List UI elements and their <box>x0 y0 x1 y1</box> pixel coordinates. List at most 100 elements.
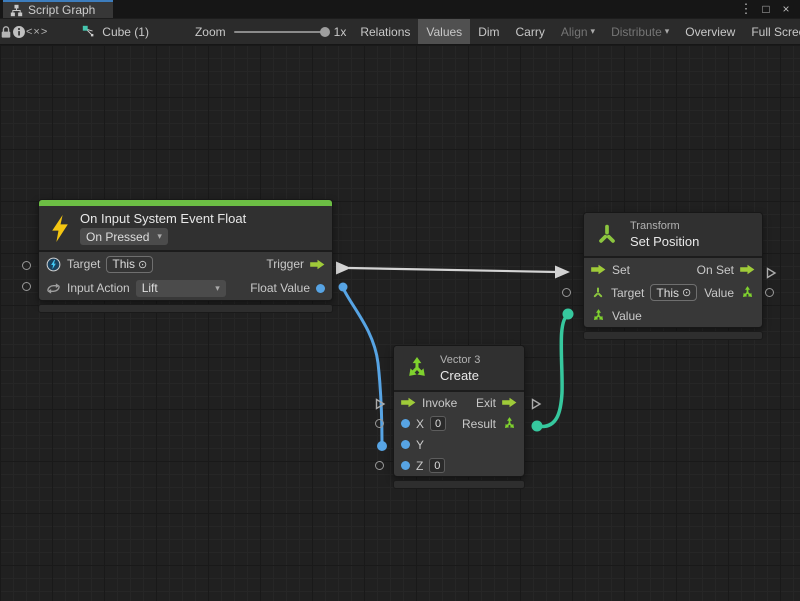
set-label: Set <box>612 263 630 277</box>
x-value-field[interactable]: 0 <box>430 416 446 431</box>
object-picker-icon[interactable]: ⊙ <box>138 258 147 271</box>
info-icon <box>12 25 26 39</box>
vector3-icon <box>404 355 430 381</box>
x-port[interactable] <box>401 419 410 428</box>
transform-gizmo-icon <box>591 286 605 300</box>
vector3-node[interactable]: Vector 3 Create Invoke Exit X 0 Result <box>393 345 525 477</box>
event-target-row: Target This ⊙ Trigger <box>39 252 332 276</box>
event-node-header[interactable]: On Input System Event Float On Pressed ▾ <box>39 206 332 252</box>
wire-result-to-value[interactable] <box>532 309 574 432</box>
zoom-label: Zoom <box>195 25 226 39</box>
event-node-title: On Input System Event Float <box>80 211 246 226</box>
value-input-port-icon[interactable] <box>591 308 606 323</box>
transform-icon <box>594 222 620 248</box>
invoke-port-icon[interactable] <box>401 397 416 408</box>
on-set-output-port[interactable] <box>765 267 777 279</box>
vector3-type-label: Vector 3 <box>440 354 480 366</box>
cube-graph-icon <box>82 25 95 38</box>
code-view-button[interactable]: <×> <box>26 19 48 44</box>
input-system-icon <box>46 257 61 272</box>
invoke-row: Invoke Exit <box>394 392 524 413</box>
z-label: Z <box>416 459 423 473</box>
value-output-port-icon[interactable] <box>740 285 755 300</box>
set-row: Set On Set <box>584 258 762 281</box>
vector3-node-header[interactable]: Vector 3 Create <box>394 346 524 392</box>
set-port-icon[interactable] <box>591 264 606 275</box>
lightning-bolt-icon <box>49 215 70 242</box>
full-screen-button[interactable]: Full Screen <box>743 19 800 44</box>
transform-node[interactable]: Transform Set Position Set On Set Target… <box>583 212 763 328</box>
event-input-action-row: Input Action Lift ▾ Float Value <box>39 276 332 300</box>
graph-canvas[interactable]: On Input System Event Float On Pressed ▾… <box>0 45 800 601</box>
transform-target-field[interactable]: This ⊙ <box>650 284 697 301</box>
cube-label: Cube (1) <box>102 25 149 39</box>
y-port[interactable] <box>401 440 410 449</box>
event-mode-dropdown[interactable]: On Pressed ▾ <box>80 228 168 245</box>
event-target-input-port[interactable] <box>22 261 31 270</box>
y-row: Y <box>394 434 524 455</box>
y-label: Y <box>416 438 424 452</box>
zoom-slider[interactable] <box>234 31 326 33</box>
x-row: X 0 Result <box>394 413 524 434</box>
info-button[interactable] <box>12 19 26 44</box>
transform-target-input-port[interactable] <box>562 288 571 297</box>
on-set-port-icon[interactable] <box>740 264 755 275</box>
trigger-label: Trigger <box>266 257 304 271</box>
object-picker-icon[interactable]: ⊙ <box>682 286 691 299</box>
exit-output-port[interactable] <box>530 398 542 410</box>
x-label: X <box>416 417 424 431</box>
z-row: Z 0 <box>394 455 524 476</box>
values-button[interactable]: Values <box>418 19 470 44</box>
overview-button[interactable]: Overview <box>677 19 743 44</box>
vector3-node-title: Create <box>440 368 480 383</box>
tab-title: Script Graph <box>28 3 95 17</box>
input-action-label: Input Action <box>67 281 130 295</box>
wire-trigger-to-set[interactable] <box>336 262 570 279</box>
invoke-input-port[interactable] <box>374 398 386 410</box>
exit-label: Exit <box>476 396 496 410</box>
window-controls: ⋮ □ × <box>738 0 800 18</box>
chevron-down-icon: ▾ <box>665 26 670 37</box>
x-input-port[interactable] <box>375 419 384 428</box>
distribute-dropdown[interactable]: Distribute▾ <box>603 19 677 44</box>
zoom-slider-handle[interactable] <box>320 27 330 37</box>
align-dropdown[interactable]: Align▾ <box>553 19 603 44</box>
on-set-label: On Set <box>697 263 734 277</box>
input-action-dropdown[interactable]: Lift ▾ <box>136 280 226 297</box>
float-value-port[interactable] <box>316 284 325 293</box>
close-icon[interactable]: × <box>778 2 794 16</box>
z-input-port[interactable] <box>375 461 384 470</box>
invoke-label: Invoke <box>422 396 457 410</box>
value-input-label: Value <box>612 309 642 323</box>
dim-button[interactable]: Dim <box>470 19 507 44</box>
transform-node-title: Set Position <box>630 234 699 249</box>
exit-port-icon[interactable] <box>502 397 517 408</box>
zoom-control: Zoom 1x <box>195 25 346 39</box>
menu-icon[interactable]: ⋮ <box>738 1 754 17</box>
event-action-input-port[interactable] <box>22 282 31 291</box>
value-output-port[interactable] <box>765 288 774 297</box>
vector3-node-footer <box>393 480 525 489</box>
event-node[interactable]: On Input System Event Float On Pressed ▾… <box>38 199 333 301</box>
transform-type-label: Transform <box>630 220 699 232</box>
chevron-down-icon: ▾ <box>157 231 162 242</box>
z-port[interactable] <box>401 461 410 470</box>
lock-button[interactable] <box>0 19 12 44</box>
chevron-down-icon: ▾ <box>215 283 220 294</box>
trigger-port-icon[interactable] <box>310 259 325 270</box>
maximize-icon[interactable]: □ <box>758 2 774 16</box>
transform-target-label: Target <box>611 286 644 300</box>
z-value-field[interactable]: 0 <box>429 458 445 473</box>
tab-script-graph[interactable]: Script Graph <box>3 0 113 18</box>
graph-target-button[interactable]: Cube (1) <box>74 19 157 44</box>
code-icon: <×> <box>26 26 48 38</box>
relations-button[interactable]: Relations <box>352 19 418 44</box>
chevron-down-icon: ▾ <box>591 26 596 37</box>
result-port-icon[interactable] <box>502 416 517 431</box>
input-action-icon <box>46 281 61 296</box>
graph-toolbar: <×> Cube (1) Zoom 1x Relations Values Di… <box>0 18 800 45</box>
transform-node-header[interactable]: Transform Set Position <box>584 213 762 258</box>
value-output-label: Value <box>704 286 734 300</box>
target-object-field[interactable]: This ⊙ <box>106 256 153 273</box>
carry-button[interactable]: Carry <box>508 19 553 44</box>
